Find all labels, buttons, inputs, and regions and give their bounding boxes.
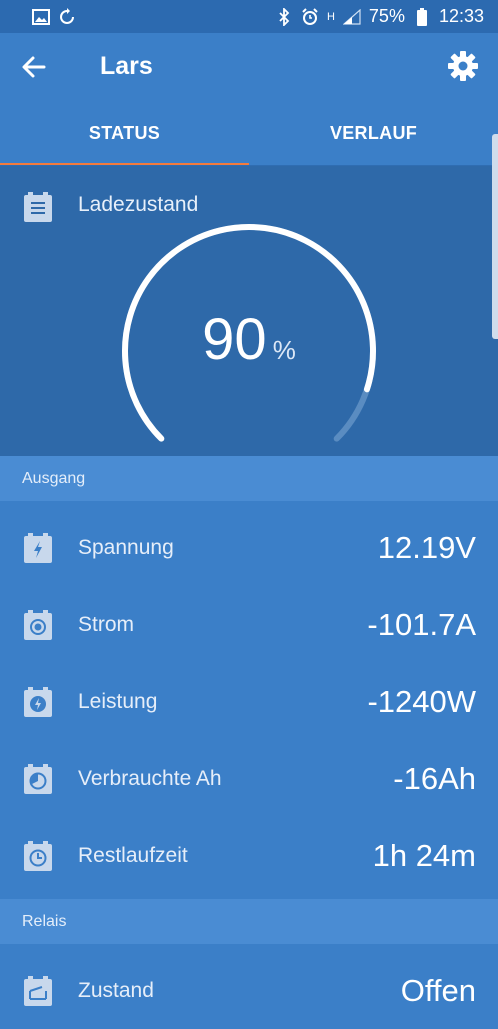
row-value: 1h 24m bbox=[372, 837, 476, 873]
network-type: H bbox=[326, 10, 335, 23]
row-value: 12.19V bbox=[377, 529, 476, 565]
row-current: Strom -101.7A bbox=[0, 586, 498, 663]
battery-list-icon bbox=[24, 192, 52, 222]
page-title: Lars bbox=[100, 52, 153, 80]
row-label: Strom bbox=[78, 612, 135, 636]
scrollbar[interactable] bbox=[492, 134, 498, 339]
section-header-output: Ausgang bbox=[0, 456, 498, 501]
row-remaining-time: Restlaufzeit 1h 24m bbox=[0, 817, 498, 894]
back-arrow-icon[interactable] bbox=[18, 51, 50, 83]
row-label: Leistung bbox=[78, 689, 158, 713]
image-icon bbox=[32, 8, 50, 26]
app-bar: Lars bbox=[0, 33, 498, 100]
soc-unit: % bbox=[272, 335, 296, 365]
row-label: Zustand bbox=[78, 978, 154, 1002]
current-icon bbox=[24, 609, 52, 640]
row-label: Spannung bbox=[78, 535, 174, 559]
gauge-label: Ladezustand bbox=[78, 193, 199, 216]
battery-icon bbox=[413, 7, 431, 26]
relay-icon bbox=[24, 975, 52, 1006]
status-bar: H 75% 12:33 bbox=[0, 0, 498, 33]
row-label: Restlaufzeit bbox=[78, 843, 188, 867]
row-relay-state: Zustand Offen bbox=[0, 952, 498, 1029]
row-voltage: Spannung 12.19V bbox=[0, 509, 498, 586]
consumed-ah-icon bbox=[24, 763, 52, 794]
signal-icon bbox=[342, 8, 361, 26]
tab-bar: STATUS VERLAUF bbox=[0, 100, 498, 166]
section-header-relay: Relais bbox=[0, 899, 498, 944]
power-icon bbox=[24, 686, 52, 717]
row-consumed-ah: Verbrauchte Ah -16Ah bbox=[0, 740, 498, 817]
lightning-icon bbox=[24, 532, 52, 563]
row-value: -101.7A bbox=[367, 606, 476, 642]
battery-percent: 75% bbox=[368, 6, 405, 26]
soc-value: 90 bbox=[202, 307, 267, 372]
sync-icon bbox=[58, 7, 76, 26]
row-power: Leistung -1240W bbox=[0, 663, 498, 740]
alarm-icon bbox=[301, 7, 319, 26]
row-label: Verbrauchte Ah bbox=[78, 766, 222, 790]
row-value: -16Ah bbox=[393, 760, 476, 796]
clock-time: 12:33 bbox=[438, 6, 484, 26]
gear-icon[interactable] bbox=[446, 49, 480, 83]
clock-icon bbox=[24, 840, 52, 871]
gauge-value: 90% bbox=[0, 306, 498, 373]
tab-status[interactable]: STATUS bbox=[0, 100, 249, 166]
row-value: Offen bbox=[400, 972, 476, 1008]
tab-verlauf[interactable]: VERLAUF bbox=[249, 100, 498, 166]
row-value: -1240W bbox=[367, 683, 476, 719]
state-of-charge-panel: Ladezustand 90% bbox=[0, 166, 498, 456]
bluetooth-icon bbox=[275, 7, 293, 26]
